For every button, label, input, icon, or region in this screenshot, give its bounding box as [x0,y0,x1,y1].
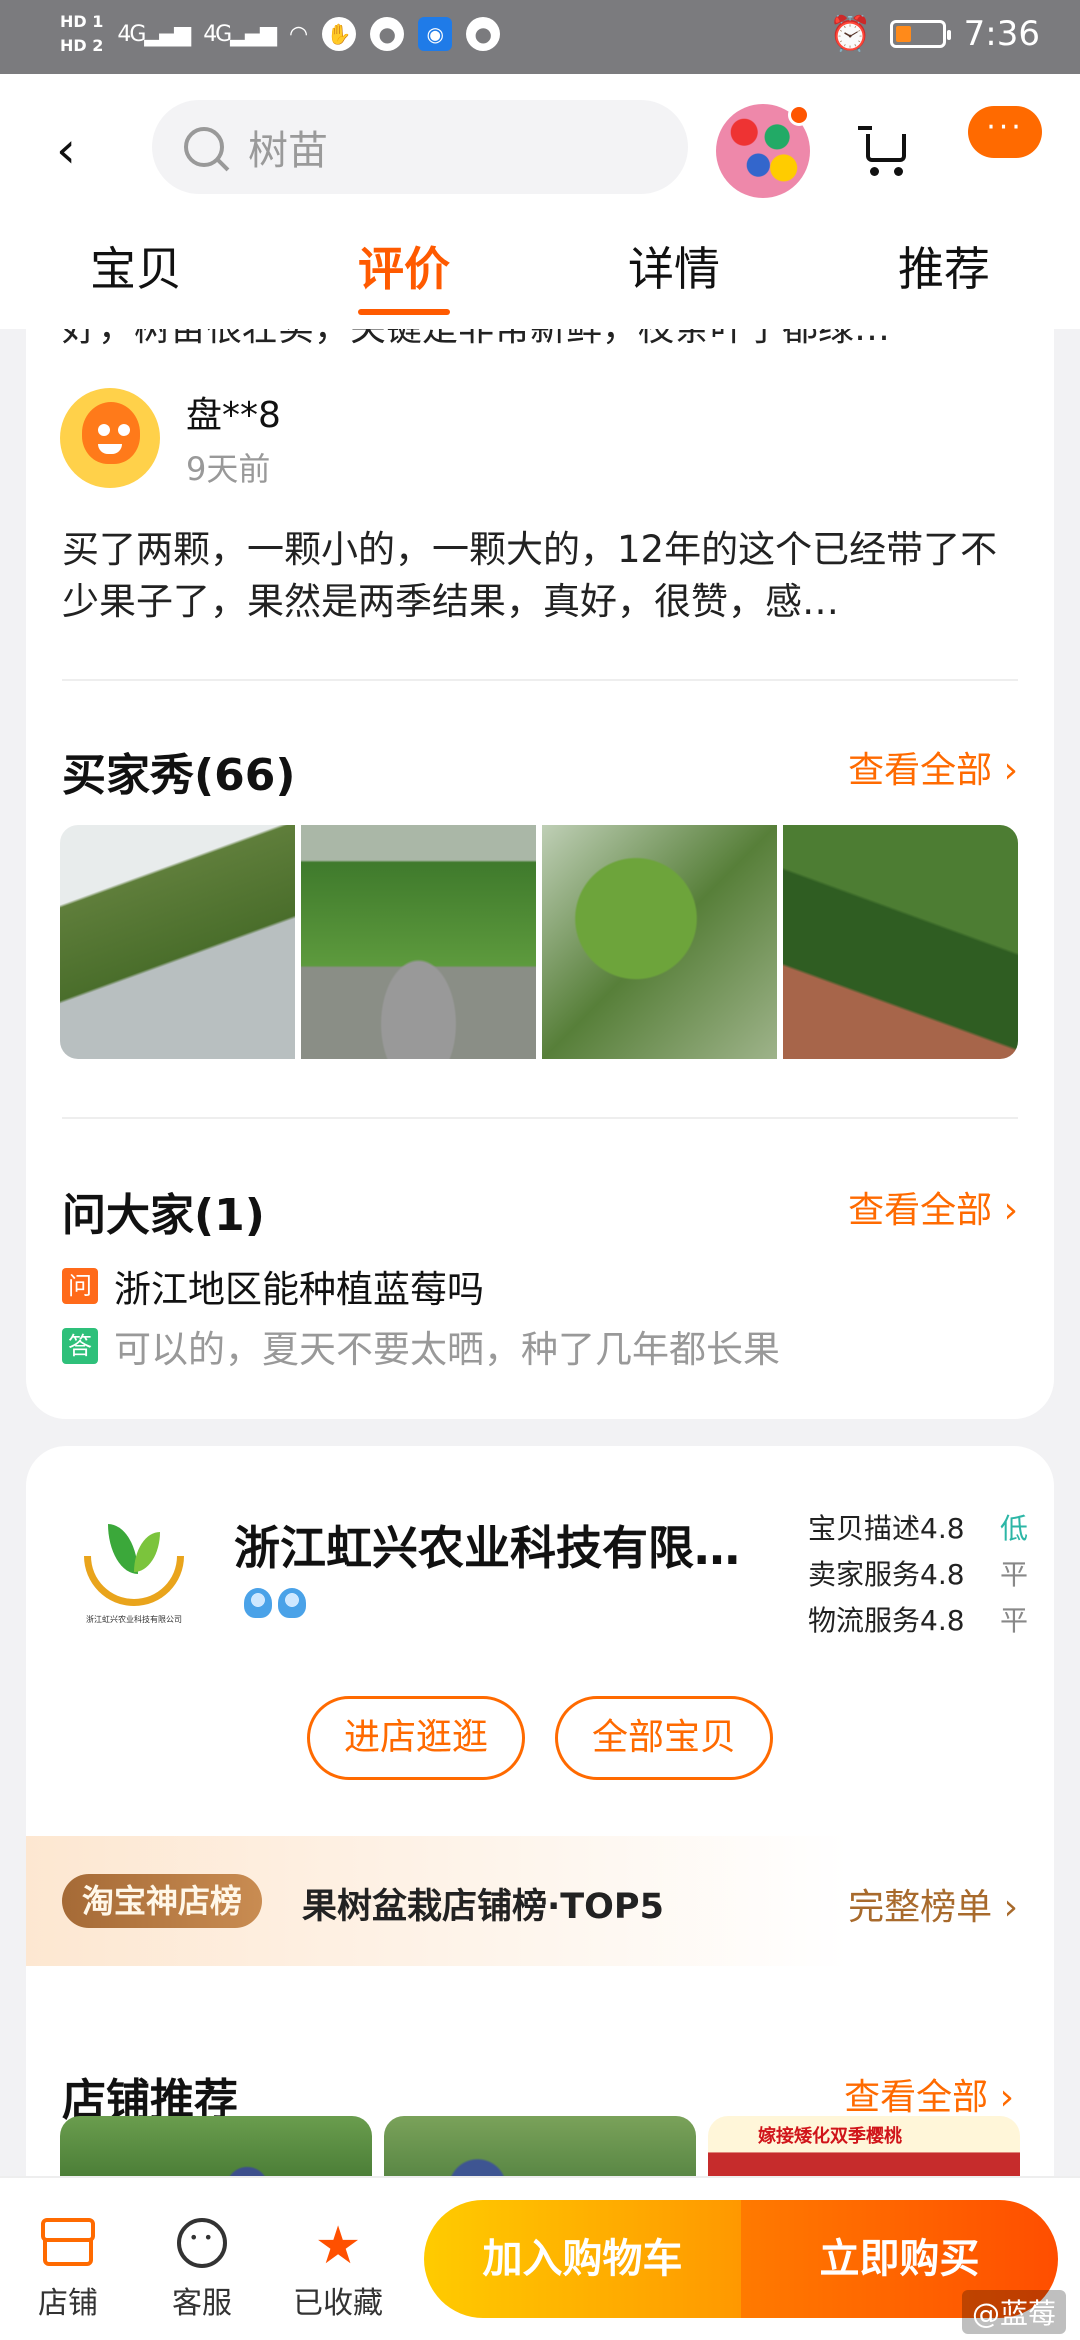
reco-item-label: 嫁接矮化双季樱桃 [758,2126,902,2147]
store-tab[interactable]: 店铺 [18,2218,118,2322]
signal-icon: 4G▂▄▆ [117,21,191,47]
alarm-icon: ⏰ [829,14,872,54]
store-icon [41,2218,95,2266]
cart-icon[interactable] [858,124,910,176]
favorite-tab[interactable]: ★ 已收藏 [288,2218,388,2322]
shop-reco-see-all[interactable]: 查看全部 › [844,2068,1014,2120]
previous-review-text: 好，树苗很壮实，关键是非常新鲜，枝条叶子都绿… [62,329,1022,351]
tab-recommend[interactable]: 推荐 [898,229,990,309]
status-right: ⏰ 7:36 [829,14,1040,54]
shop-logo-text: 浙江虹兴农业科技有限公司 [86,1615,182,1624]
battery-icon [889,20,951,48]
rank-text: 果树盆栽店铺榜·TOP5 [302,1887,664,1927]
hand-icon: ✋ [322,17,357,51]
signal-icon-2: 4G▂▄▆ [203,21,277,47]
wifi-icon: ◠ [289,21,309,47]
wechat-icon: ● [466,17,501,51]
ask-see-all[interactable]: 查看全部 › [848,1181,1018,1233]
rating-row: 宝贝描述4.8 低 [808,1512,1028,1545]
rating-row: 卖家服务4.8 平 [808,1558,1028,1591]
shop-buttons: 进店逛逛 全部宝贝 [26,1696,1054,1780]
review-text[interactable]: 买了两颗，一颗小的，一颗大的，12年的这个已经带了不少果子了，果然是两季结果，真… [62,524,1022,628]
more-button[interactable]: ··· [968,106,1042,158]
shop-reco-list: 嫁接矮化双季樱桃 [60,2116,1020,2206]
avatar [60,388,160,488]
shop-avatar-icon[interactable] [716,104,810,198]
tab-details[interactable]: 详情 [628,229,720,309]
crown-icon [244,1588,272,1618]
chat-bubble-icon: ● [370,17,405,51]
rating-row: 物流服务4.8 平 [808,1604,1028,1637]
buyer-photos [60,825,1018,1059]
customer-service-icon [177,2218,227,2268]
hd2-label: HD 2 [60,36,104,55]
reviewer-name: 盘**8 [186,395,281,436]
add-to-cart-button[interactable]: 加入购物车 [424,2200,741,2318]
tab-reviews[interactable]: 评价 [358,229,450,315]
buyer-show-title: 买家秀(66) [62,750,296,801]
answer-row[interactable]: 答 可以的，夏天不要太晒，种了几年都长果 [62,1319,780,1373]
shop-rank-bar[interactable]: 淘宝神店榜 果树盆栽店铺榜·TOP5 完整榜单 › [26,1836,1054,1966]
question-badge: 问 [62,1268,98,1304]
answer-text: 可以的，夏天不要太晒，种了几年都长果 [114,1328,780,1371]
search-icon [184,127,224,167]
clock: 7:36 [963,14,1040,54]
shop-logo[interactable]: 浙江虹兴农业科技有限公司 [72,1516,196,1640]
back-icon[interactable]: ‹ [56,122,96,178]
favorite-label: 已收藏 [293,2286,383,2321]
shop-name[interactable]: 浙江虹兴农业科技有限… [234,1512,774,1578]
tab-baobei[interactable]: 宝贝 [90,229,182,309]
divider [62,679,1018,681]
search-box[interactable]: 树苗 [152,100,688,194]
buyer-photo[interactable] [301,825,536,1059]
rank-more-link[interactable]: 完整榜单 › [848,1878,1018,1930]
all-items-button[interactable]: 全部宝贝 [555,1696,773,1780]
hd-indicator: HD 1 HD 2 [60,10,103,58]
watermark: @蓝莓 [961,2290,1066,2334]
status-left: HD 1 HD 2 4G▂▄▆ 4G▂▄▆ ◠ ✋ ● ◉ ● [60,10,501,58]
review-time: 9天前 [186,450,271,488]
service-label: 客服 [172,2286,232,2321]
buyer-photo[interactable] [542,825,777,1059]
buyer-photo[interactable] [783,825,1018,1059]
bulb-icon: ◉ [418,17,453,51]
tab-bar: 宝贝 评价 详情 推荐 [0,229,1080,329]
answer-badge: 答 [62,1328,98,1364]
buyer-show-see-all[interactable]: 查看全部 › [848,741,1018,793]
reviewer-info: 盘**8 9天前 [60,386,281,490]
enter-shop-button[interactable]: 进店逛逛 [307,1696,525,1780]
question-text: 浙江地区能种植蓝莓吗 [114,1268,484,1311]
store-label: 店铺 [38,2286,98,2321]
status-bar: HD 1 HD 2 4G▂▄▆ 4G▂▄▆ ◠ ✋ ● ◉ ● ⏰ 7:36 [0,0,1080,74]
question-row[interactable]: 问 浙江地区能种植蓝莓吗 [62,1259,484,1313]
search-placeholder: 树苗 [248,128,328,174]
service-tab[interactable]: 客服 [152,2218,252,2322]
buyer-photo[interactable] [60,825,295,1059]
shop-ratings: 宝贝描述4.8 低 卖家服务4.8 平 物流服务4.8 平 [808,1506,1028,1644]
notification-dot [788,104,810,126]
bottom-action-bar: 店铺 客服 ★ 已收藏 加入购物车 立即购买 [0,2176,1080,2340]
hd1-label: HD 1 [60,12,104,31]
ask-title: 问大家(1) [62,1190,265,1241]
rank-badge: 淘宝神店榜 [62,1874,263,1928]
top-header: ‹ 树苗 ··· 宝贝 评价 详情 推荐 [0,74,1080,329]
divider [62,1117,1018,1119]
star-icon: ★ [314,2216,362,2276]
crown-icon [278,1588,306,1618]
reviews-card: 好，树苗很壮实，关键是非常新鲜，枝条叶子都绿… 盘**8 9天前 买了两颗，一颗… [26,329,1054,1419]
shop-level-badge [244,1588,306,1618]
